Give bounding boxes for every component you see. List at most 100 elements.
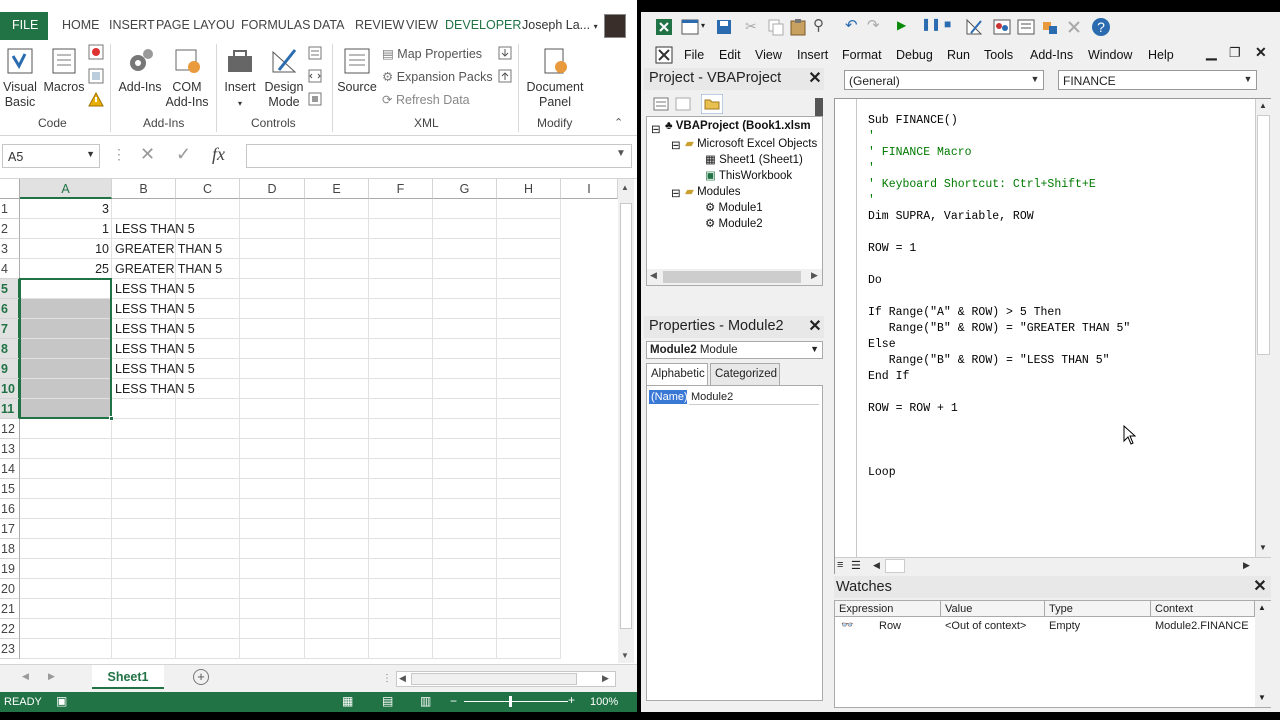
scroll-down-icon[interactable]: ▼ [621, 651, 629, 660]
row-header[interactable]: 3 [0, 239, 20, 259]
menu-file[interactable]: File [684, 48, 704, 62]
page-layout-icon[interactable]: ▤ [382, 694, 393, 708]
cell[interactable] [433, 519, 497, 539]
cell[interactable] [305, 279, 369, 299]
cell[interactable] [369, 419, 433, 439]
cell[interactable] [240, 319, 305, 339]
normal-view-icon[interactable]: ▦ [342, 694, 353, 708]
cell[interactable] [240, 639, 305, 659]
cell[interactable] [433, 259, 497, 279]
cell[interactable] [112, 579, 176, 599]
relative-refs-icon[interactable] [88, 68, 104, 84]
cell[interactable] [433, 239, 497, 259]
row-header[interactable]: 12 [0, 419, 20, 439]
cell[interactable] [369, 459, 433, 479]
cell[interactable] [369, 319, 433, 339]
add-sheet-icon[interactable]: + [193, 669, 209, 685]
cell[interactable] [369, 239, 433, 259]
cell[interactable] [305, 319, 369, 339]
scroll-thumb[interactable] [885, 559, 905, 573]
column-header-c[interactable]: C [176, 179, 240, 199]
cell[interactable] [240, 419, 305, 439]
full-module-view-icon[interactable]: ☰ [851, 559, 861, 572]
properties-icon[interactable] [308, 46, 322, 60]
cell[interactable] [369, 219, 433, 239]
macros-button[interactable]: Macros [42, 46, 86, 95]
cell[interactable] [112, 639, 176, 659]
cell[interactable] [305, 499, 369, 519]
cell[interactable] [433, 339, 497, 359]
cell[interactable] [497, 419, 561, 439]
cell[interactable] [305, 339, 369, 359]
cell[interactable] [240, 539, 305, 559]
scroll-right-icon[interactable]: ▶ [602, 673, 609, 684]
tab-page-layout[interactable]: PAGE LAYOU [156, 18, 235, 32]
cell[interactable] [497, 299, 561, 319]
column-header-h[interactable]: H [497, 179, 561, 199]
fill-handle[interactable] [109, 416, 114, 421]
design-mode-button[interactable]: Design Mode [262, 46, 306, 110]
scroll-up-icon[interactable]: ▲ [621, 183, 629, 192]
zoom-level[interactable]: 100% [590, 696, 618, 708]
cell[interactable] [369, 379, 433, 399]
cell[interactable] [240, 259, 305, 279]
cell[interactable] [497, 499, 561, 519]
code-line[interactable]: Range("B" & ROW) = "LESS THAN 5" [868, 354, 1110, 367]
cell[interactable] [305, 459, 369, 479]
watch-vscrollbar[interactable]: ▲ ▼ [1255, 601, 1271, 707]
user-name[interactable]: Joseph La... ▾ [522, 18, 598, 32]
cell[interactable] [305, 479, 369, 499]
row-header[interactable]: 17 [0, 519, 20, 539]
cell[interactable] [369, 479, 433, 499]
visual-basic-button[interactable]: Visual Basic [2, 46, 38, 110]
cell[interactable] [240, 219, 305, 239]
close-icon[interactable]: ✕ [806, 70, 824, 88]
code-line[interactable]: ' [868, 194, 875, 207]
cell[interactable]: 3 [20, 199, 112, 219]
cell[interactable] [240, 579, 305, 599]
column-header-i[interactable]: I [561, 179, 618, 199]
cell[interactable] [433, 199, 497, 219]
tree-node-module2[interactable]: ⚙ Module2 [705, 216, 763, 230]
cell[interactable] [176, 559, 240, 579]
tree-node-sheet1[interactable]: ▦ Sheet1 (Sheet1) [705, 152, 803, 166]
macro-security-icon[interactable] [88, 92, 104, 108]
cell[interactable] [176, 439, 240, 459]
cell[interactable] [176, 299, 240, 319]
cell[interactable]: 25 [20, 259, 112, 279]
expansion-packs-button[interactable]: ⚙ Expansion Packs [382, 69, 493, 84]
watch-value[interactable]: <Out of context> [941, 619, 1026, 635]
tab-file[interactable]: FILE [0, 12, 48, 40]
help-icon[interactable]: ? [1091, 17, 1111, 37]
tab-data[interactable]: DATA [313, 18, 344, 32]
properties-object-combo[interactable]: Module2 Module ▼ [646, 341, 823, 359]
cell[interactable] [240, 359, 305, 379]
cell[interactable] [176, 319, 240, 339]
cell[interactable] [305, 199, 369, 219]
design-mode-icon[interactable] [965, 18, 983, 36]
scroll-up-icon[interactable]: ▲ [1259, 101, 1267, 110]
cell[interactable] [240, 459, 305, 479]
cell[interactable] [369, 279, 433, 299]
tab-home[interactable]: HOME [62, 18, 100, 32]
watch-col-value[interactable]: Value [941, 601, 1045, 617]
cell[interactable]: 10 [20, 239, 112, 259]
zoom-out-icon[interactable]: − [450, 694, 457, 708]
enter-icon[interactable]: ✓ [176, 144, 191, 165]
cell[interactable] [369, 559, 433, 579]
row-header[interactable]: 14 [0, 459, 20, 479]
source-button[interactable]: Source [336, 46, 378, 95]
cell[interactable] [240, 619, 305, 639]
menu-window[interactable]: Window [1088, 48, 1132, 62]
cell[interactable] [240, 279, 305, 299]
code-line[interactable]: ROW = 1 [868, 242, 916, 255]
cell[interactable] [176, 639, 240, 659]
cell[interactable] [20, 499, 112, 519]
cell[interactable] [497, 439, 561, 459]
cell[interactable] [176, 579, 240, 599]
chevron-down-icon[interactable]: ▾ [701, 21, 705, 30]
cell[interactable] [112, 439, 176, 459]
insert-userform-icon[interactable] [681, 18, 699, 36]
object-combo[interactable]: (General) ▼ [844, 70, 1044, 90]
column-header-d[interactable]: D [240, 179, 305, 199]
